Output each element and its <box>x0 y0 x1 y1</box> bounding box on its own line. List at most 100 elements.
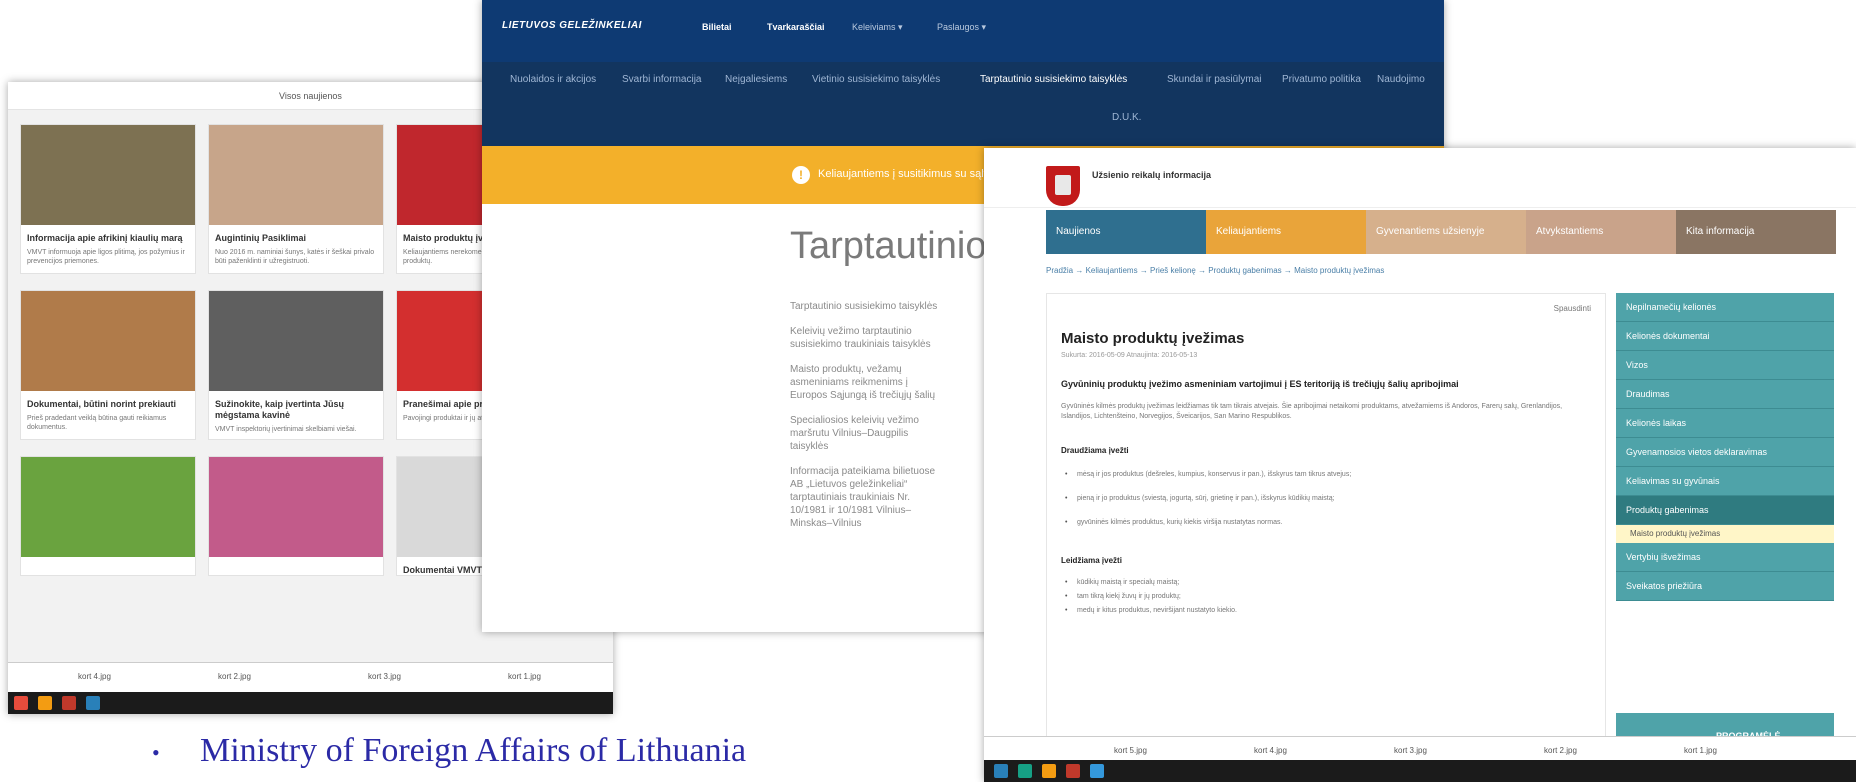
rail-header: LIETUVOS GELEŽINKELIAI Bilietai Tvarkara… <box>482 0 1444 62</box>
sidebar-item[interactable]: Vertybių išvežimas <box>1616 543 1834 572</box>
subnav-item[interactable]: Vietinio susisiekimo taisyklės <box>812 74 940 85</box>
nav-travellers[interactable]: Keliaujantiems <box>1206 210 1366 254</box>
download-item[interactable]: kort 4.jpg <box>78 672 111 681</box>
download-item[interactable]: kort 3.jpg <box>1394 746 1427 755</box>
nav-passengers[interactable]: Keleiviams ▾ <box>852 22 903 33</box>
ministry-screenshot: Užsienio reikalų informacija Naujienos K… <box>984 148 1856 782</box>
subnav-item[interactable]: Skundai ir pasiūlymai <box>1167 74 1262 85</box>
sidebar-item[interactable]: Keliavimas su gyvūnais <box>1616 467 1834 496</box>
nav-news[interactable]: Naujienos <box>1046 210 1206 254</box>
nav-abroad[interactable]: Gyvenantiems užsienyje <box>1366 210 1526 254</box>
rules-link[interactable]: Maisto produktų, vežamų asmeniniams reik… <box>790 363 940 402</box>
news-card[interactable]: Sužinokite, kaip įvertinta Jūsų mėgstama… <box>208 290 384 440</box>
allowed-item: tam tikrą kiekį žuvų ir jų produktų; <box>1065 592 1567 602</box>
card-title: Informacija apie afrikinį kiaulių marą <box>27 233 183 243</box>
allowed-item: kūdikių maistą ir specialų maistą; <box>1065 578 1567 588</box>
allowed-heading: Leidžiama įvežti <box>1061 556 1122 565</box>
download-item[interactable]: kort 2.jpg <box>1544 746 1577 755</box>
rules-link[interactable]: Informacija pateikiama bilietuose AB „Li… <box>790 465 940 530</box>
edge-icon[interactable] <box>1090 764 1104 778</box>
card-image <box>21 291 195 391</box>
chrome-icon[interactable] <box>1042 764 1056 778</box>
alert-text[interactable]: Keliaujantiems į susitikimus su sąlyg <box>818 168 995 180</box>
subnav-item-active[interactable]: Tarptautinio susisiekimo taisyklės <box>980 74 1127 85</box>
download-item[interactable]: kort 1.jpg <box>1684 746 1717 755</box>
card-image <box>21 457 195 557</box>
news-card[interactable]: Informacija apie afrikinį kiaulių marą V… <box>20 124 196 274</box>
sidebar-subitem[interactable]: Maisto produktų įvežimas <box>1616 525 1834 543</box>
card-title: Augintinių Pasiklimai <box>215 233 307 243</box>
sidebar-item[interactable]: Nepilnamečių kelionės <box>1616 293 1834 322</box>
download-item[interactable]: kort 4.jpg <box>1254 746 1287 755</box>
download-item[interactable]: kort 3.jpg <box>368 672 401 681</box>
sidebar: Nepilnamečių kelionės Kelionės dokumenta… <box>1616 293 1834 601</box>
info-icon: ! <box>792 166 810 184</box>
subnav-item[interactable]: Nuolaidos ir akcijos <box>510 74 596 85</box>
card-text: VMVT inspektorių įvertinimai skelbiami v… <box>215 426 357 433</box>
download-item[interactable]: kort 1.jpg <box>508 672 541 681</box>
card-text: Prieš pradedant veiklą būtina gauti reik… <box>27 415 167 431</box>
nav-tickets[interactable]: Bilietai <box>702 22 732 32</box>
forbidden-item: pieną ir jo produktus (sviestą, jogurtą,… <box>1065 494 1567 504</box>
app-icon[interactable] <box>14 696 28 710</box>
nav-services[interactable]: Paslaugos ▾ <box>937 22 986 33</box>
main-nav: Naujienos Keliaujantiems Gyvenantiems už… <box>1046 210 1836 254</box>
nav-other[interactable]: Kita informacija <box>1676 210 1836 254</box>
article-meta: Sukurta: 2016-05-09 Atnaujinta: 2016-05-… <box>1061 352 1198 359</box>
sidebar-item[interactable]: Sveikatos priežiūra <box>1616 572 1834 601</box>
forbidden-heading: Draudžiama įvežti <box>1061 446 1129 455</box>
page-title: Tarptautinio s <box>790 225 1017 267</box>
news-card[interactable]: Augintinių Pasiklimai Nuo 2016 m. namini… <box>208 124 384 274</box>
news-card[interactable] <box>20 456 196 576</box>
site-name[interactable]: Užsienio reikalų informacija <box>1092 170 1211 181</box>
windows-taskbar <box>984 760 1856 782</box>
windows-taskbar <box>8 692 613 714</box>
rules-list: Tarptautinio susisiekimo taisyklės Kelei… <box>790 300 940 542</box>
sidebar-item[interactable]: Kelionės dokumentai <box>1616 322 1834 351</box>
download-item[interactable]: kort 5.jpg <box>1114 746 1147 755</box>
article-title: Maisto produktų įvežimas <box>1061 330 1245 347</box>
card-title: Sužinokite, kaip įvertinta Jūsų mėgstama… <box>215 399 345 420</box>
rail-logo[interactable]: LIETUVOS GELEŽINKELIAI <box>502 20 642 31</box>
rules-link[interactable]: Tarptautinio susisiekimo taisyklės <box>790 300 940 313</box>
sidebar-item[interactable]: Kelionės laikas <box>1616 409 1834 438</box>
card-image <box>21 125 195 225</box>
card-image <box>209 457 383 557</box>
sidebar-item-active[interactable]: Produktų gabenimas <box>1616 496 1834 525</box>
sidebar-item[interactable]: Vizos <box>1616 351 1834 380</box>
news-card[interactable]: Dokumentai, būtini norint prekiauti Prie… <box>20 290 196 440</box>
acrobat-icon[interactable] <box>62 696 76 710</box>
ministry-header: Užsienio reikalų informacija <box>984 148 1856 208</box>
subnav-item[interactable]: Svarbi informacija <box>622 74 701 85</box>
nav-timetables[interactable]: Tvarkaraščiai <box>767 22 825 32</box>
rail-subnav: Nuolaidos ir akcijos Svarbi informacija … <box>482 62 1444 146</box>
subnav-item[interactable]: Neįgaliesiems <box>725 74 787 85</box>
breadcrumb[interactable]: Pradžia → Keliaujantiems → Prieš kelionę… <box>1046 266 1384 275</box>
allowed-item: medų ir kitus produktus, neviršijant nus… <box>1065 606 1567 616</box>
chrome-icon[interactable] <box>38 696 52 710</box>
slide-caption: Ministry of Foreign Affairs of Lithuania <box>200 732 747 769</box>
forbidden-item: gyvūninės kilmės produktus, kurių kiekis… <box>1065 518 1567 528</box>
download-bar: kort 5.jpg kort 4.jpg kort 3.jpg kort 2.… <box>984 736 1856 760</box>
card-title: Dokumentai, būtini norint prekiauti <box>27 399 177 409</box>
article: Spausdinti Maisto produktų įvežimas Suku… <box>1046 293 1606 782</box>
coat-of-arms-icon[interactable] <box>1046 166 1080 206</box>
sidebar-item[interactable]: Gyvenamosios vietos deklaravimas <box>1616 438 1834 467</box>
sidebar-item[interactable]: Draudimas <box>1616 380 1834 409</box>
slide: Visos naujienos Informacija apie afrikin… <box>0 0 1856 782</box>
card-image <box>209 125 383 225</box>
acrobat-icon[interactable] <box>1066 764 1080 778</box>
rules-link[interactable]: Keleivių vežimo tarptautinio susisiekimo… <box>790 325 940 351</box>
download-bar: kort 4.jpg kort 2.jpg kort 3.jpg kort 1.… <box>8 662 613 692</box>
edge-icon[interactable] <box>86 696 100 710</box>
download-item[interactable]: kort 2.jpg <box>218 672 251 681</box>
nav-arriving[interactable]: Atvykstantiems <box>1526 210 1676 254</box>
explorer-icon[interactable] <box>994 764 1008 778</box>
subnav-item[interactable]: Privatumo politika <box>1282 74 1361 85</box>
print-button[interactable]: Spausdinti <box>1554 304 1591 313</box>
app-icon[interactable] <box>1018 764 1032 778</box>
subnav-item[interactable]: Naudojimo <box>1377 74 1425 85</box>
rules-link[interactable]: Specialiosios keleivių vežimo maršrutu V… <box>790 414 940 453</box>
subnav-faq[interactable]: D.U.K. <box>1112 112 1141 123</box>
news-card[interactable] <box>208 456 384 576</box>
